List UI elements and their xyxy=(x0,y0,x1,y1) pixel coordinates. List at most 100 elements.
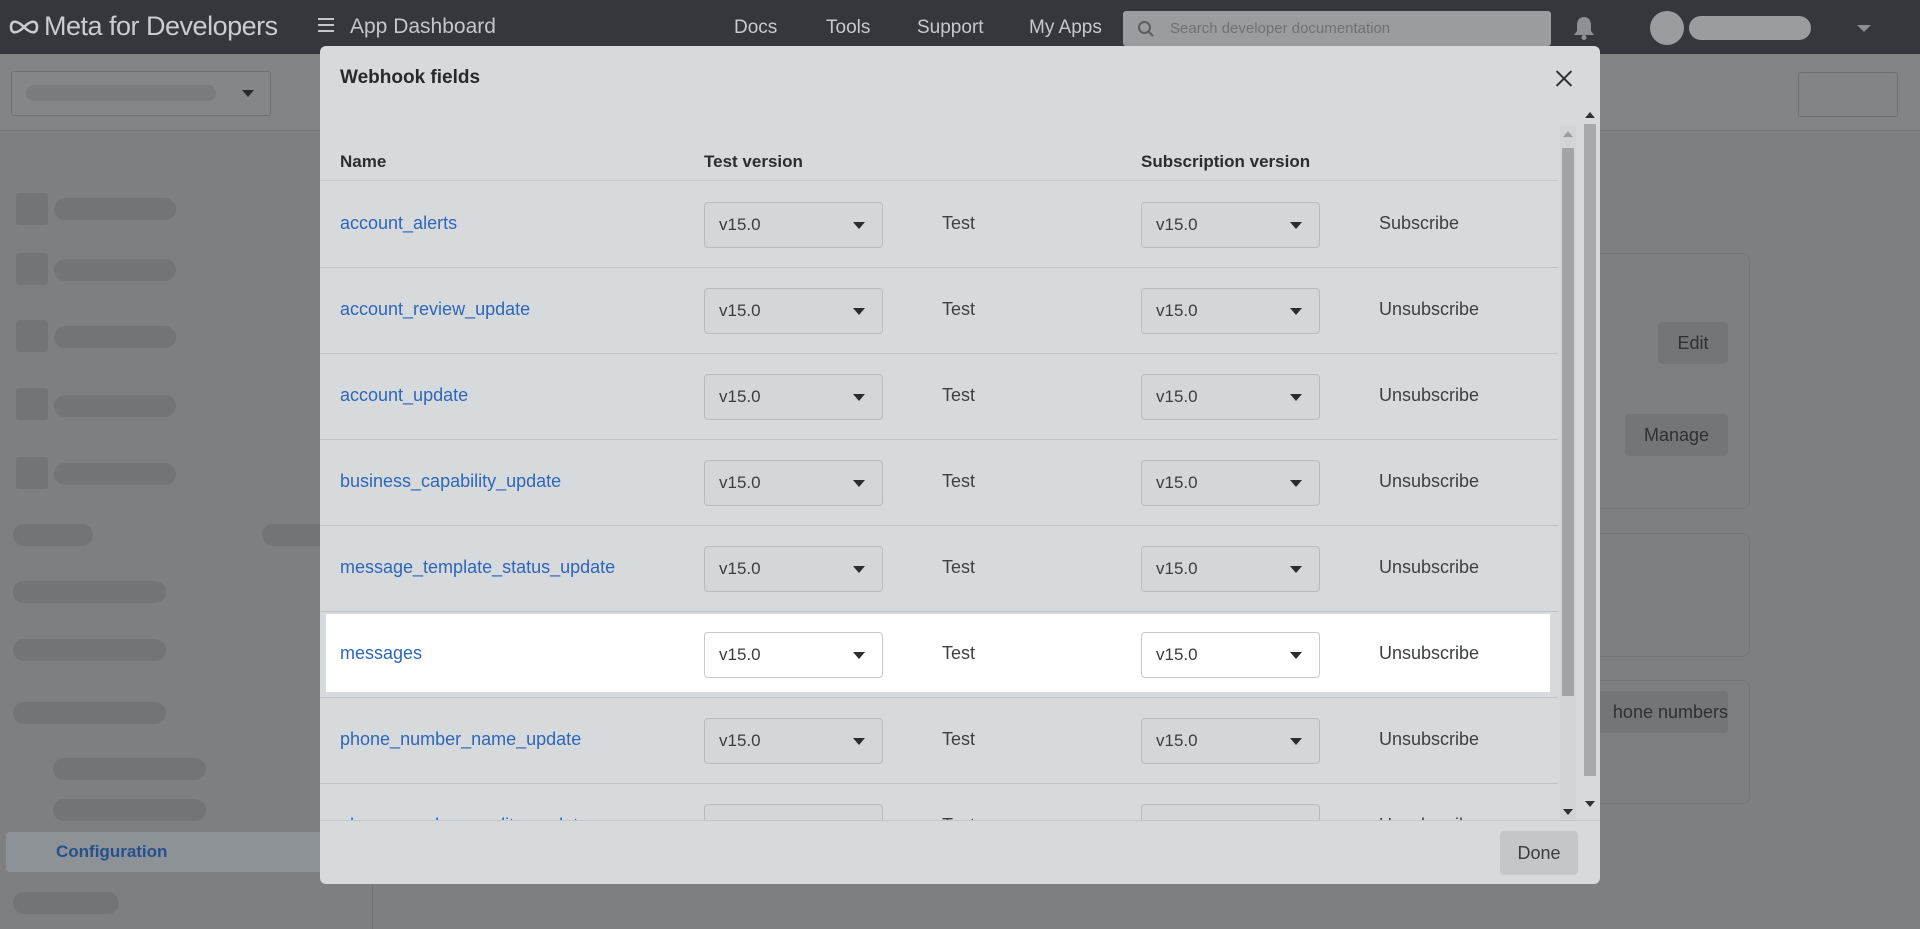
webhook-field-name-link[interactable]: business_capability_update xyxy=(340,471,561,492)
table-scrollbar-thumb[interactable] xyxy=(1562,148,1574,696)
sidebar-item[interactable] xyxy=(54,463,176,485)
webhook-field-name-link[interactable]: phone_number_name_update xyxy=(340,729,581,750)
test-button[interactable]: Test xyxy=(942,557,975,578)
sidebar-subitem[interactable] xyxy=(53,799,206,821)
search-input[interactable]: Search developer documentation xyxy=(1123,11,1551,46)
dialog-title: Webhook fields xyxy=(340,67,481,88)
subscribe-toggle-button[interactable]: Subscribe xyxy=(1379,213,1459,234)
test-button[interactable]: Test xyxy=(942,213,975,234)
table-header: Name Test version Subscription version xyxy=(320,130,1558,181)
caret-down-icon xyxy=(1290,566,1302,573)
dialog-scrollbar[interactable] xyxy=(1582,108,1598,820)
subscription-version-value: v15.0 xyxy=(1156,387,1198,406)
webhook-field-name-link[interactable]: messages xyxy=(340,643,422,664)
table-row: business_capability_update v15.0 Test v15.0… xyxy=(320,439,1558,526)
app-dashboard-link[interactable]: App Dashboard xyxy=(350,15,496,39)
close-icon[interactable] xyxy=(1552,67,1576,91)
subscription-version-value: v15.0 xyxy=(1156,645,1198,664)
chevron-down-icon xyxy=(242,90,254,97)
table-scrollbar[interactable] xyxy=(1560,126,1576,820)
sidebar-item-configuration[interactable]: Configuration xyxy=(6,832,372,872)
caret-down-icon xyxy=(1290,394,1302,401)
dialog-scrollbar-thumb[interactable] xyxy=(1584,124,1596,776)
webhook-field-name-link[interactable]: account_review_update xyxy=(340,299,530,320)
test-version-value: v15.0 xyxy=(719,473,761,492)
caret-down-icon xyxy=(853,566,865,573)
scroll-down-arrow-icon[interactable] xyxy=(1563,809,1573,815)
notification-bell-icon[interactable] xyxy=(1572,15,1596,41)
test-version-select[interactable]: v15.0 xyxy=(704,288,883,334)
sidebar: Configuration xyxy=(0,131,373,929)
test-version-value: v15.0 xyxy=(719,559,761,578)
caret-down-icon xyxy=(853,652,865,659)
scroll-down-arrow-icon[interactable] xyxy=(1585,801,1595,807)
user-name-placeholder xyxy=(1689,16,1811,40)
sidebar-item-icon xyxy=(16,193,48,225)
test-version-select[interactable]: v15.0 xyxy=(704,718,883,764)
webhook-field-name-link[interactable]: message_template_status_update xyxy=(340,557,615,578)
subscribe-toggle-button[interactable]: Unsubscribe xyxy=(1379,643,1479,664)
test-version-select[interactable]: v15.0 xyxy=(704,632,883,678)
nav-tools[interactable]: Tools xyxy=(826,17,870,39)
sidebar-item[interactable] xyxy=(13,892,119,914)
test-button[interactable]: Test xyxy=(942,729,975,750)
caret-down-icon xyxy=(1290,480,1302,487)
test-button[interactable]: Test xyxy=(942,385,975,406)
subscription-version-value: v15.0 xyxy=(1156,301,1198,320)
test-button[interactable]: Test xyxy=(942,643,975,664)
sidebar-item[interactable] xyxy=(54,259,176,281)
subscription-version-select[interactable]: v15.0 xyxy=(1141,632,1320,678)
table-row: messages v15.0 Test v15.0 Unsubscribe xyxy=(320,611,1558,698)
subscription-version-select[interactable]: v15.0 xyxy=(1141,546,1320,592)
sidebar-item-icon xyxy=(16,388,48,420)
scroll-up-arrow-icon[interactable] xyxy=(1563,131,1573,137)
subscription-version-value: v15.0 xyxy=(1156,559,1198,578)
test-version-select[interactable]: v15.0 xyxy=(704,374,883,420)
sidebar-subitem[interactable] xyxy=(53,758,206,780)
account-chevron-down-icon[interactable] xyxy=(1857,25,1871,32)
avatar[interactable] xyxy=(1650,11,1684,45)
subscription-version-select[interactable]: v15.0 xyxy=(1141,460,1320,506)
test-version-select[interactable]: v15.0 xyxy=(704,804,883,820)
manage-button[interactable]: Manage xyxy=(1625,414,1728,456)
nav-docs[interactable]: Docs xyxy=(734,17,777,39)
subscription-version-select[interactable]: v15.0 xyxy=(1141,804,1320,820)
column-header-name: Name xyxy=(340,152,387,171)
nav-my-apps[interactable]: My Apps xyxy=(1029,17,1102,39)
sidebar-item[interactable] xyxy=(54,395,176,417)
edit-button[interactable]: Edit xyxy=(1658,322,1728,364)
sidebar-item[interactable] xyxy=(13,639,166,661)
test-version-select[interactable]: v15.0 xyxy=(704,546,883,592)
webhook-field-name-link[interactable]: account_alerts xyxy=(340,213,457,234)
sidebar-item[interactable] xyxy=(54,326,176,348)
test-version-select[interactable]: v15.0 xyxy=(704,460,883,506)
caret-down-icon xyxy=(853,222,865,229)
test-version-select[interactable]: v15.0 xyxy=(704,202,883,248)
sidebar-item[interactable] xyxy=(54,198,176,220)
dialog-footer: Done xyxy=(320,820,1600,884)
hamburger-menu-icon[interactable] xyxy=(318,18,334,32)
subscribe-toggle-button[interactable]: Unsubscribe xyxy=(1379,299,1479,320)
subscription-version-select[interactable]: v15.0 xyxy=(1141,202,1320,248)
subscription-version-select[interactable]: v15.0 xyxy=(1141,374,1320,420)
done-button[interactable]: Done xyxy=(1500,831,1578,875)
subscribe-toggle-button[interactable]: Unsubscribe xyxy=(1379,729,1479,750)
app-selector-dropdown[interactable] xyxy=(11,71,271,116)
subscribe-toggle-button[interactable]: Unsubscribe xyxy=(1379,471,1479,492)
phone-numbers-button[interactable]: hone numbers xyxy=(1580,691,1728,733)
scroll-up-arrow-icon[interactable] xyxy=(1585,112,1595,118)
nav-support[interactable]: Support xyxy=(917,17,984,39)
sidebar-item[interactable] xyxy=(13,702,166,724)
test-button[interactable]: Test xyxy=(942,471,975,492)
table-row: message_template_status_update v15.0 Test v… xyxy=(320,525,1558,612)
subscribe-toggle-button[interactable]: Unsubscribe xyxy=(1379,385,1479,406)
subscribe-toggle-button[interactable]: Unsubscribe xyxy=(1379,557,1479,578)
webhook-field-name-link[interactable]: account_update xyxy=(340,385,468,406)
subscription-version-select[interactable]: v15.0 xyxy=(1141,288,1320,334)
sidebar-item-icon xyxy=(16,253,48,285)
meta-logo[interactable]: Meta for Developers xyxy=(8,11,278,42)
subbar-button[interactable] xyxy=(1798,72,1898,117)
test-button[interactable]: Test xyxy=(942,299,975,320)
sidebar-item[interactable] xyxy=(13,581,166,603)
subscription-version-select[interactable]: v15.0 xyxy=(1141,718,1320,764)
